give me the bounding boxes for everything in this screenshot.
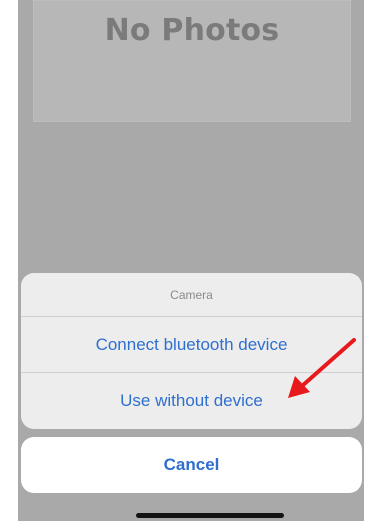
- photo-gallery-placeholder: No Photos: [33, 0, 351, 122]
- connect-bluetooth-device-button[interactable]: Connect bluetooth device: [21, 317, 362, 373]
- home-indicator[interactable]: [136, 513, 284, 518]
- action-sheet: Camera Connect bluetooth device Use with…: [21, 273, 362, 429]
- cancel-button[interactable]: Cancel: [21, 437, 362, 493]
- app-screen: No Photos Camera Connect bluetooth devic…: [18, 0, 364, 521]
- action-sheet-title: Camera: [21, 273, 362, 317]
- use-without-device-button[interactable]: Use without device: [21, 373, 362, 429]
- no-photos-label: No Photos: [104, 13, 280, 48]
